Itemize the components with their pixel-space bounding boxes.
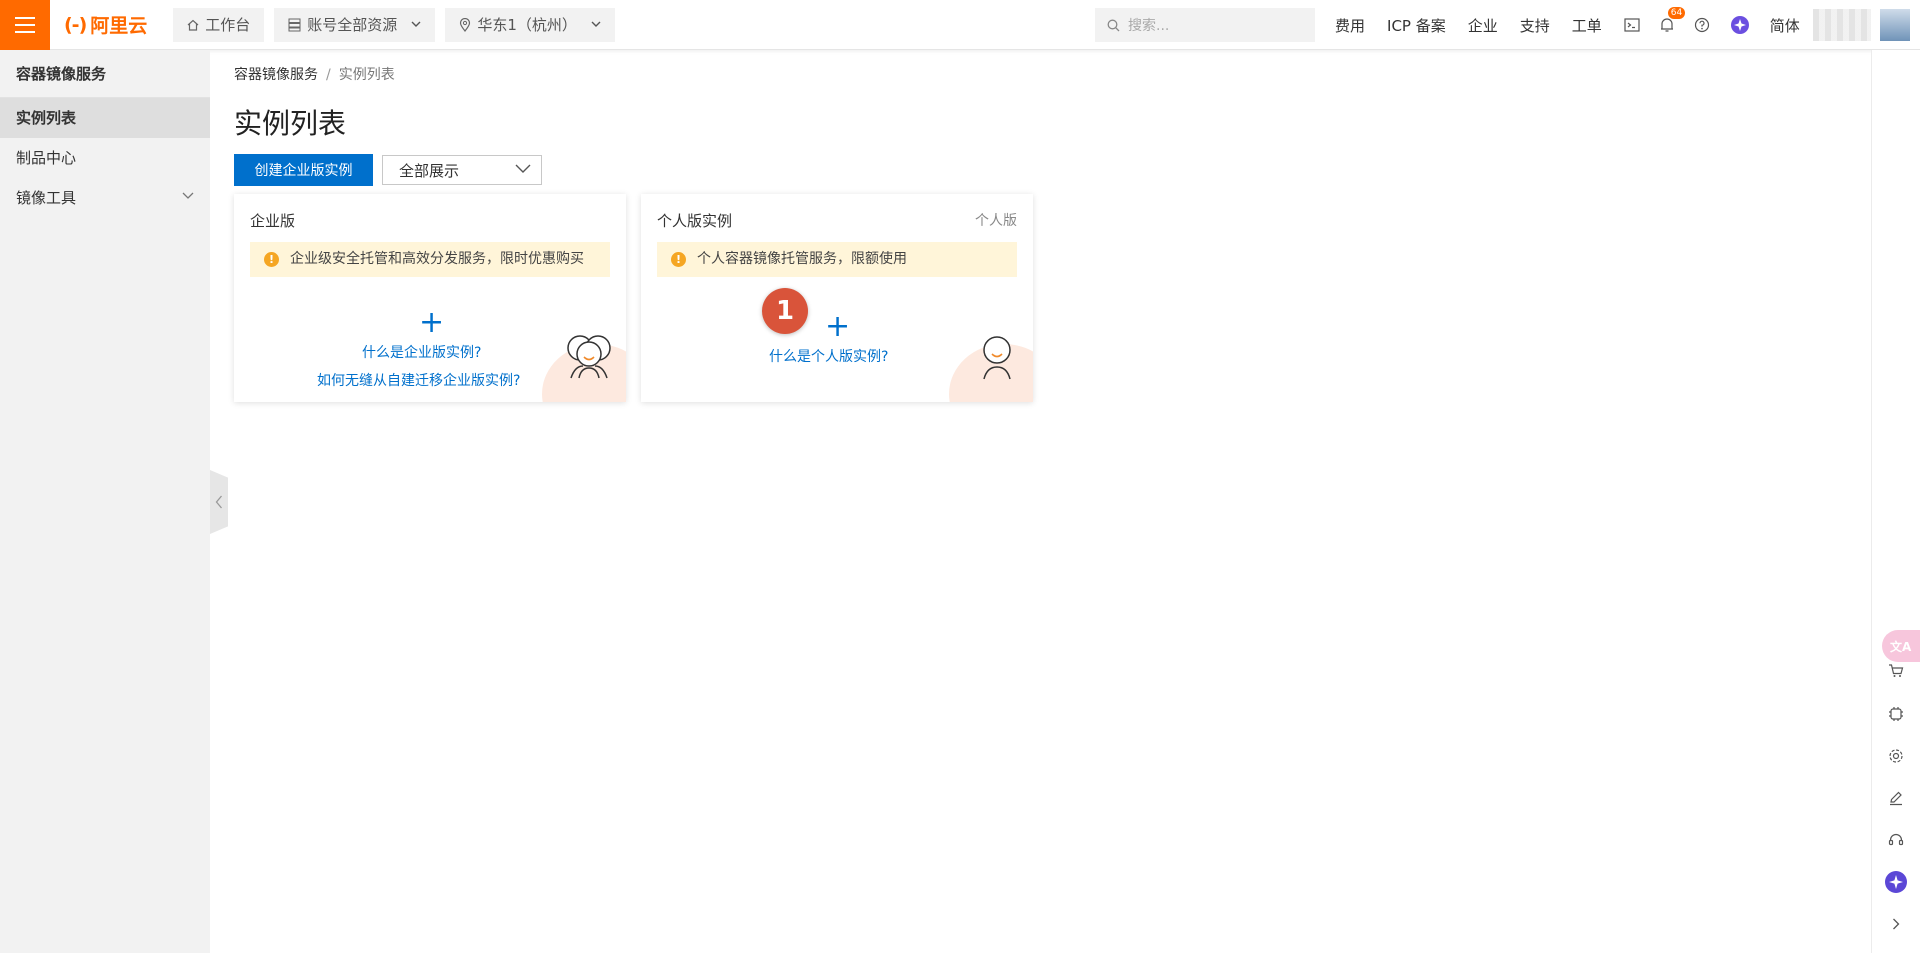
chevron-down-icon bbox=[411, 21, 421, 27]
workbench-label: 工作台 bbox=[205, 16, 251, 34]
add-enterprise-instance-icon[interactable]: + bbox=[419, 308, 444, 338]
what-is-enterprise-link[interactable]: 什么是企业版实例? bbox=[362, 342, 481, 362]
edit-icon[interactable] bbox=[1884, 786, 1908, 810]
cart-icon[interactable] bbox=[1884, 659, 1908, 683]
menu-line bbox=[15, 23, 35, 26]
icp-filing-link[interactable]: ICP 备案 bbox=[1387, 15, 1446, 36]
chevron-right-icon[interactable] bbox=[1884, 912, 1908, 936]
account-resources-label: 账号全部资源 bbox=[307, 16, 398, 34]
personal-notice: ! 个人容器镜像托管服务，限额使用 bbox=[657, 242, 1017, 277]
chevron-down-icon bbox=[515, 164, 531, 173]
personal-edition-card: 个人版实例 个人版 ! 个人容器镜像托管服务，限额使用 + 什么是个人版实例? bbox=[641, 194, 1033, 402]
headset-icon[interactable] bbox=[1884, 828, 1908, 852]
left-sidebar: 容器镜像服务 实例列表 制品中心 镜像工具 bbox=[0, 50, 210, 953]
instance-filter-select[interactable]: 全部展示 bbox=[382, 155, 542, 185]
sidebar-item-image-tools[interactable]: 镜像工具 bbox=[0, 178, 210, 218]
avatar[interactable] bbox=[1880, 9, 1910, 41]
chevron-down-icon bbox=[182, 192, 194, 199]
region-label: 华东1（杭州） bbox=[477, 16, 577, 34]
sidebar-item-label: 制品中心 bbox=[16, 149, 77, 167]
menu-line bbox=[15, 16, 35, 19]
enterprise-notice: ! 企业级安全托管和高效分发服务，限时优惠购买 bbox=[250, 242, 610, 277]
sidebar-item-artifact-center[interactable]: 制品中心 bbox=[0, 138, 210, 178]
cloud-shell-icon[interactable] bbox=[1624, 18, 1640, 32]
region-dropdown[interactable]: 华东1（杭州） bbox=[445, 7, 615, 42]
person-illustration-icon bbox=[983, 336, 1011, 380]
chevron-down-icon bbox=[591, 21, 601, 27]
sidebar-item-label: 实例列表 bbox=[16, 109, 77, 127]
translate-button[interactable]: 文A bbox=[1882, 630, 1920, 662]
chevron-left-icon bbox=[215, 495, 222, 509]
warning-icon: ! bbox=[671, 252, 686, 267]
sidebar-item-label: 镜像工具 bbox=[16, 189, 77, 207]
compute-icon[interactable] bbox=[1884, 702, 1908, 726]
notice-text: 企业级安全托管和高效分发服务，限时优惠购买 bbox=[290, 251, 584, 267]
enterprise-edition-card: 企业版 ! 企业级安全托管和高效分发服务，限时优惠购买 + 什么是企业版实例? … bbox=[234, 194, 626, 402]
ticket-link[interactable]: 工单 bbox=[1572, 15, 1602, 36]
breadcrumb-current: 实例列表 bbox=[338, 67, 395, 83]
home-icon bbox=[187, 19, 199, 31]
help-icon[interactable] bbox=[1694, 17, 1710, 33]
server-icon bbox=[288, 18, 301, 31]
aliyun-logo[interactable]: (-) 阿里云 bbox=[64, 0, 147, 50]
logo-mark-icon: (-) bbox=[64, 13, 87, 36]
assistant-icon[interactable] bbox=[1884, 870, 1908, 894]
workbench-button[interactable]: 工作台 bbox=[173, 7, 265, 42]
logo-text: 阿里云 bbox=[90, 15, 148, 37]
select-value: 全部展示 bbox=[399, 161, 460, 180]
step-number-badge: 1 bbox=[762, 288, 808, 334]
support-link[interactable]: 支持 bbox=[1520, 15, 1550, 36]
language-switch[interactable]: 简体 bbox=[1770, 15, 1800, 36]
menu-line bbox=[15, 30, 35, 33]
create-enterprise-instance-button[interactable]: 创建企业版实例 bbox=[234, 154, 373, 186]
fees-link[interactable]: 费用 bbox=[1335, 15, 1365, 36]
location-pin-icon bbox=[460, 17, 471, 32]
search-placeholder: 搜索... bbox=[1128, 18, 1170, 34]
notice-text: 个人容器镜像托管服务，限额使用 bbox=[697, 251, 907, 267]
team-illustration-icon bbox=[567, 335, 611, 379]
what-is-personal-link[interactable]: 什么是个人版实例? bbox=[769, 346, 888, 366]
global-search-input[interactable]: 搜索... bbox=[1095, 8, 1315, 42]
ai-assistant-icon[interactable] bbox=[1730, 15, 1750, 35]
breadcrumb-root-link[interactable]: 容器镜像服务 bbox=[234, 67, 318, 83]
breadcrumb: 容器镜像服务 / 实例列表 bbox=[234, 64, 395, 84]
sidebar-product-title: 容器镜像服务 bbox=[0, 50, 210, 98]
search-icon bbox=[1107, 19, 1120, 31]
right-tool-rail bbox=[1871, 50, 1920, 953]
sidebar-collapse-handle[interactable] bbox=[210, 470, 228, 534]
account-resources-dropdown[interactable]: 账号全部资源 bbox=[274, 7, 436, 42]
breadcrumb-separator: / bbox=[326, 67, 331, 83]
hamburger-menu-button[interactable] bbox=[0, 0, 50, 50]
sidebar-item-instance-list[interactable]: 实例列表 bbox=[0, 98, 210, 138]
card-title: 个人版实例 bbox=[657, 212, 733, 230]
card-title: 企业版 bbox=[250, 212, 296, 230]
gear-icon[interactable] bbox=[1884, 744, 1908, 768]
notification-count-badge: 64 bbox=[1667, 7, 1686, 19]
account-name[interactable] bbox=[1813, 9, 1871, 41]
warning-icon: ! bbox=[264, 252, 279, 267]
header-right-links: 费用 ICP 备案 企业 支持 工单 64 简体 bbox=[1335, 0, 1800, 50]
page-title: 实例列表 bbox=[234, 107, 347, 140]
edition-tag: 个人版 bbox=[975, 213, 1017, 229]
migrate-to-enterprise-link[interactable]: 如何无缝从自建迁移企业版实例? bbox=[317, 370, 520, 390]
notification-bell-icon[interactable]: 64 bbox=[1660, 7, 1686, 33]
enterprise-link[interactable]: 企业 bbox=[1468, 15, 1498, 36]
add-personal-instance-icon[interactable]: + bbox=[825, 312, 850, 342]
